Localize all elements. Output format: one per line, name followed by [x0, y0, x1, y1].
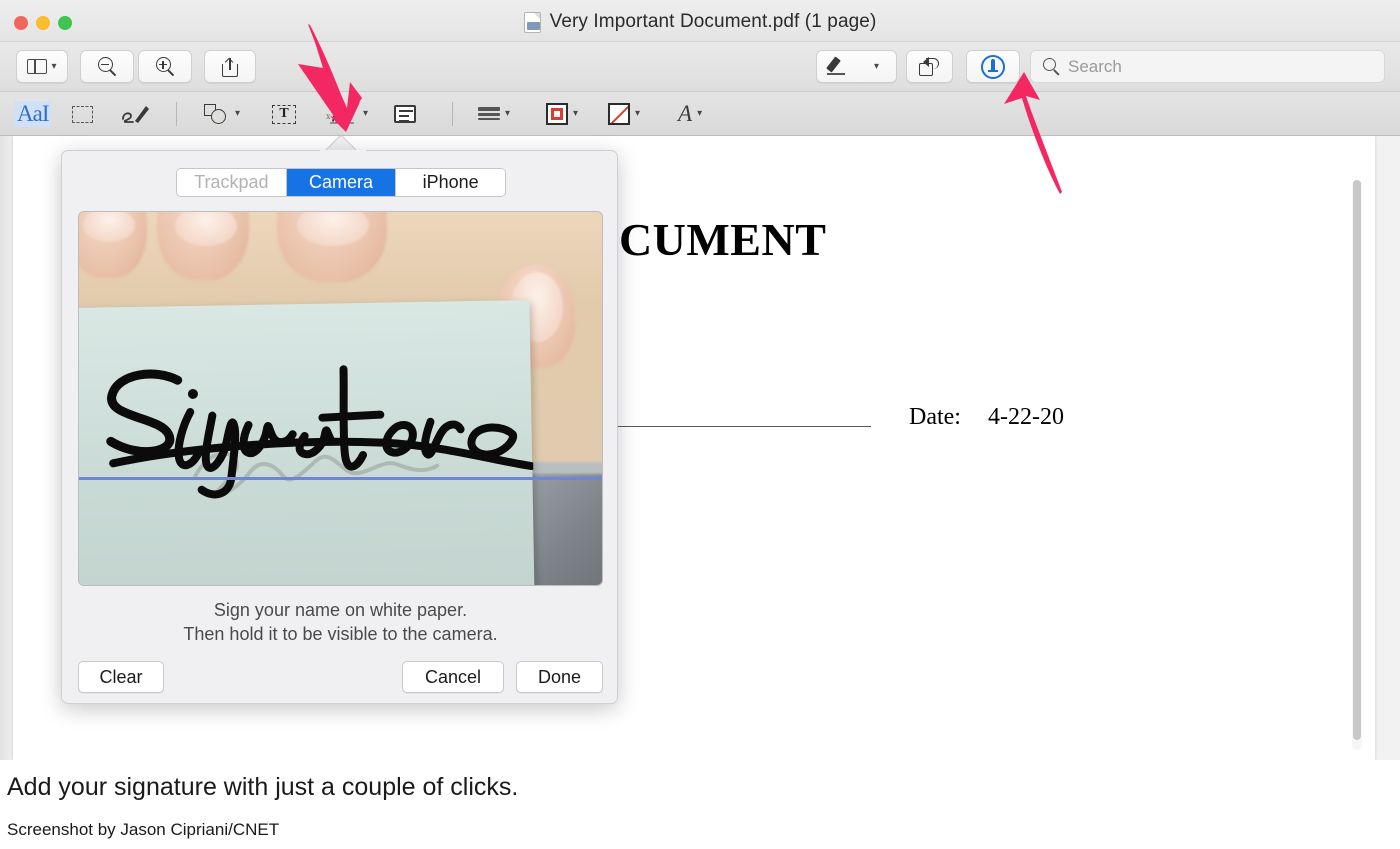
- search-field[interactable]: Search: [1030, 50, 1385, 83]
- markup-toolbar: AaI ▾ T x ▾ ▾ ▾ ▾ A ▾: [0, 92, 1400, 136]
- tab-iphone[interactable]: iPhone: [396, 169, 505, 196]
- signature-paper-card: [79, 300, 535, 585]
- share-button[interactable]: [204, 50, 256, 83]
- tool-shapes[interactable]: ▾: [204, 92, 240, 136]
- callout-arrow-to-markup-button: [1004, 72, 1062, 194]
- hint-line-2: Then hold it to be visible to the camera…: [183, 623, 498, 644]
- tool-fill-color[interactable]: ▾: [608, 92, 640, 136]
- window-title-group: Very Important Document.pdf (1 page): [0, 11, 1400, 33]
- main-toolbar: ▾ ▾ Search: [0, 42, 1400, 92]
- zoom-out-button[interactable]: [80, 50, 134, 83]
- toolbar-divider: [452, 102, 453, 126]
- caption-headline: Add your signature with just a couple of…: [7, 773, 519, 801]
- share-icon: [222, 57, 238, 77]
- chevron-down-icon: ▾: [635, 108, 641, 119]
- cancel-button[interactable]: Cancel: [402, 661, 504, 693]
- tab-trackpad[interactable]: Trackpad: [177, 169, 287, 196]
- preview-app-window: Very Important Document.pdf (1 page) ▾ ▾…: [0, 0, 1400, 760]
- signature-hint: Sign your name on white paper. Then hold…: [62, 599, 619, 647]
- date-value: 4-22-20: [988, 404, 1064, 430]
- toolbar-divider: [176, 102, 177, 126]
- hint-line-1: Sign your name on white paper.: [213, 600, 468, 620]
- scrollbar-thumb[interactable]: [1353, 180, 1361, 740]
- tool-font-style[interactable]: A ▾: [678, 92, 702, 136]
- zoom-out-icon: [97, 57, 117, 77]
- chevron-down-icon: ▾: [235, 108, 241, 119]
- chevron-down-icon: ▾: [573, 108, 579, 119]
- border-color-icon: [546, 103, 568, 125]
- camera-preview: [78, 211, 603, 586]
- fill-color-icon: [608, 103, 630, 125]
- vertical-scrollbar[interactable]: [1352, 180, 1362, 750]
- date-label: Date:: [909, 404, 961, 430]
- stroke-width-icon: [478, 106, 500, 122]
- pdf-document-icon: [523, 11, 541, 33]
- tool-text-selection[interactable]: AaI: [14, 92, 52, 136]
- chevron-down-icon: ▾: [505, 108, 511, 119]
- tool-stroke-width[interactable]: ▾: [478, 92, 510, 136]
- tool-sketch[interactable]: [120, 92, 150, 136]
- caption-credit: Screenshot by Jason Cipriani/CNET: [7, 820, 280, 839]
- popover-notch-mask: [320, 150, 366, 153]
- note-icon: [394, 105, 416, 123]
- camera-guideline: [79, 477, 602, 480]
- markup-pen-options-button[interactable]: ▾: [857, 50, 897, 83]
- chevron-down-icon: ▾: [697, 108, 703, 119]
- tool-note[interactable]: [394, 92, 416, 136]
- title-bar: Very Important Document.pdf (1 page): [0, 0, 1400, 42]
- screenshot-root: Very Important Document.pdf (1 page) ▾ ▾…: [0, 0, 1400, 849]
- done-button[interactable]: Done: [516, 661, 603, 693]
- zoom-in-icon: [155, 57, 175, 77]
- rectangular-selection-icon: [72, 105, 93, 123]
- sketch-pen-icon: [120, 103, 150, 125]
- tab-camera[interactable]: Camera: [286, 169, 397, 196]
- tool-rectangular-selection[interactable]: [72, 92, 93, 136]
- zoom-in-button[interactable]: [138, 50, 192, 83]
- sidebar-view-button[interactable]: ▾: [16, 50, 68, 83]
- shapes-icon: [204, 104, 230, 124]
- pen-icon: [826, 55, 848, 78]
- sidebar-icon: ▾: [27, 59, 57, 74]
- chevron-down-icon: ▾: [873, 60, 880, 72]
- chevron-down-icon: ▾: [51, 60, 57, 72]
- callout-arrow-to-signature-tool: [298, 24, 362, 132]
- signature-popover: Trackpad Camera iPhone Sign your name on…: [61, 150, 618, 704]
- markup-pen-button[interactable]: [816, 50, 858, 83]
- popover-pointer: [320, 133, 360, 151]
- window-title: Very Important Document.pdf (1 page): [549, 11, 877, 32]
- viewport-gutter: [0, 136, 13, 760]
- rotate-left-icon: [918, 56, 941, 77]
- signature-source-segmented-control[interactable]: Trackpad Camera iPhone: [176, 168, 506, 197]
- clear-button[interactable]: Clear: [78, 661, 164, 693]
- signature-line: [613, 426, 871, 427]
- text-selection-icon: AaI: [14, 101, 52, 127]
- font-style-icon: A: [678, 101, 693, 126]
- rotate-left-button[interactable]: [906, 50, 953, 83]
- tool-border-color[interactable]: ▾: [546, 92, 578, 136]
